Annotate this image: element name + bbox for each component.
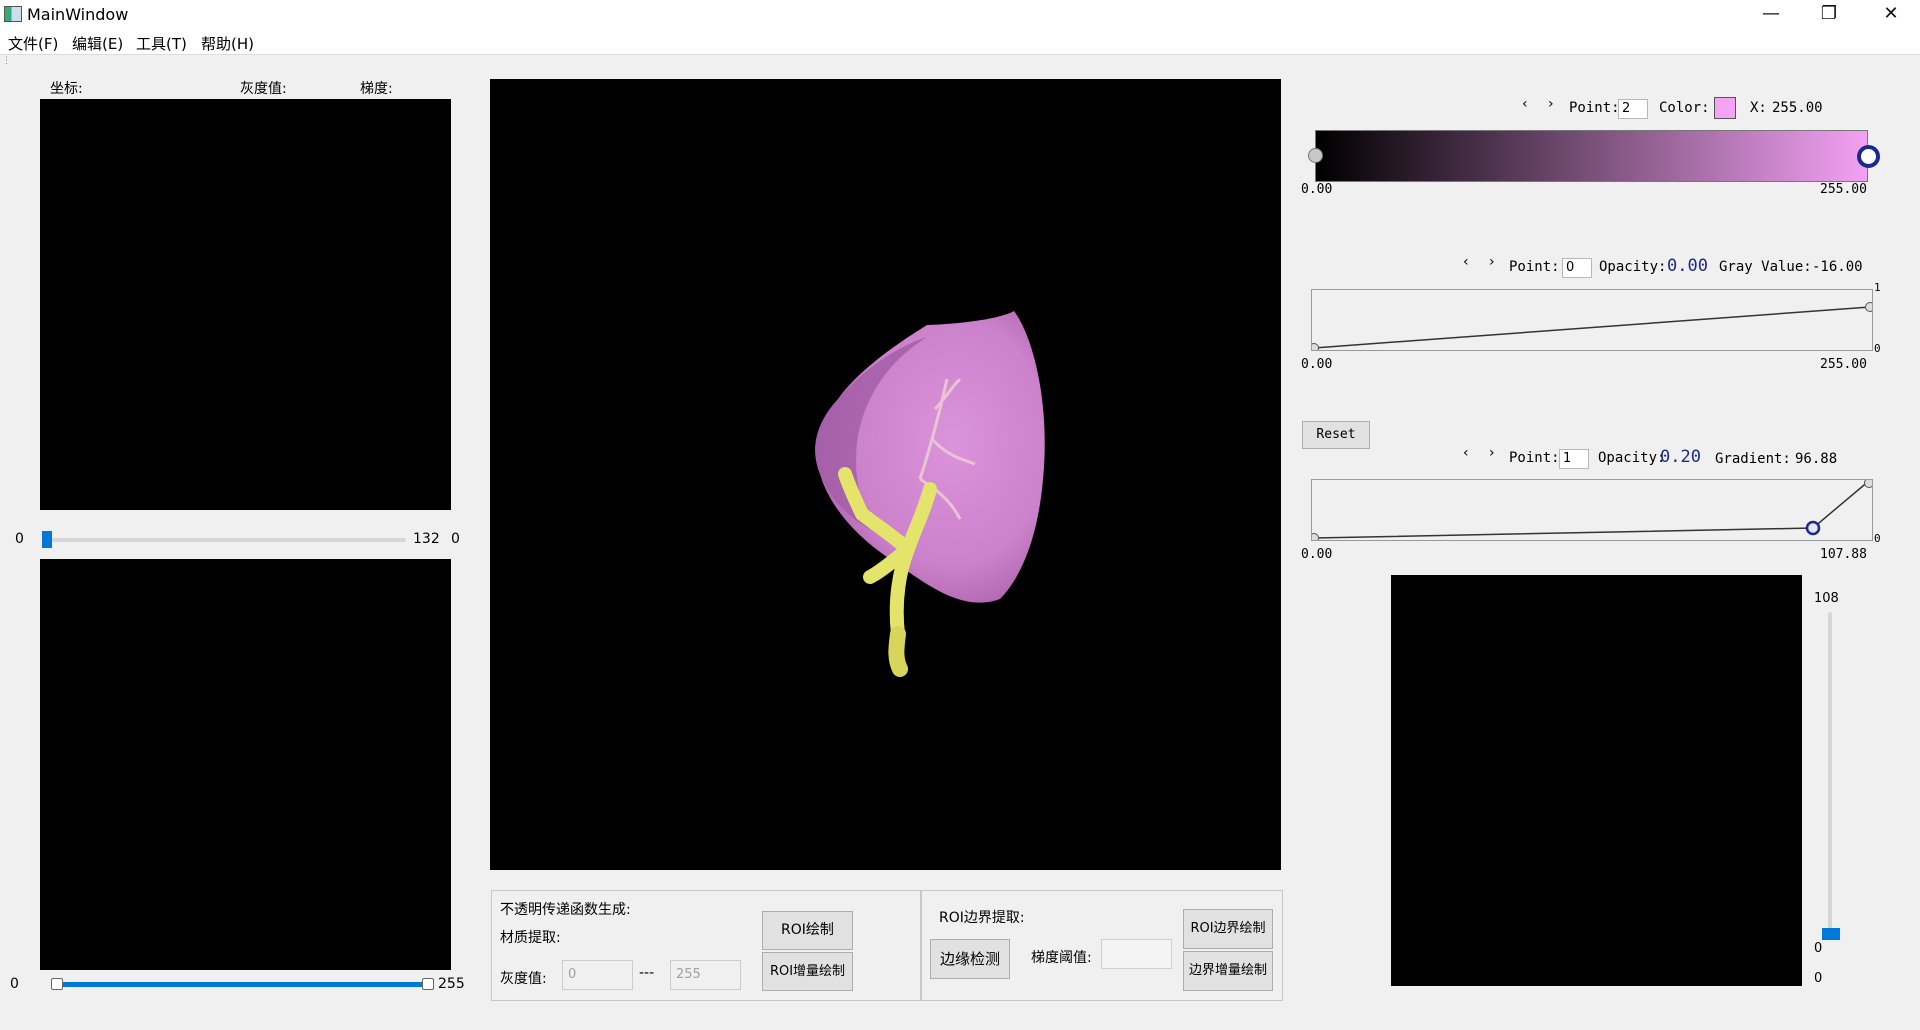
gradient-tf-curve [1309, 478, 1874, 543]
range-slider-high-handle[interactable] [422, 978, 434, 990]
vertical-slider-bottom-label: 0 [1814, 971, 1823, 986]
gradient-max-label: 107.88 [1820, 547, 1867, 562]
gradient-opacity-value: 0.20 [1660, 447, 1701, 467]
opacity-point-label: Point: [1509, 259, 1560, 275]
color-x-value: 255.00 [1772, 100, 1823, 116]
slice-view-top[interactable] [40, 99, 451, 510]
gradient-tf-nav[interactable]: ‹ › [1463, 445, 1503, 461]
opacity-y-bottom: 0 [1874, 342, 1881, 355]
color-x-label: X: [1750, 100, 1767, 116]
gradient-point-label: Point: [1509, 450, 1560, 466]
opacity-max-label: 255.00 [1820, 357, 1867, 372]
roi-draw-button[interactable]: ROI绘制 [762, 911, 853, 950]
color-min-label: 0.00 [1301, 182, 1333, 197]
roi-increment-button[interactable]: ROI增量绘制 [762, 952, 853, 991]
opacity-y-top: 1 [1874, 281, 1881, 294]
gradient-opacity-label: Opacity: [1598, 450, 1666, 466]
restore-icon[interactable]: ❐ [1800, 0, 1858, 29]
vertical-slider-top-label: 108 [1814, 591, 1839, 606]
gradient-label: 梯度: [360, 81, 393, 97]
gradient-tf-graph[interactable] [1309, 478, 1874, 543]
menu-edit[interactable]: 编辑(E) [72, 33, 123, 54]
range-slider-low-handle[interactable] [51, 978, 63, 990]
color-point-handle-2[interactable] [1857, 145, 1880, 168]
vertical-slider-value-label: 0 [1814, 941, 1823, 956]
minimize-icon[interactable]: — [1742, 0, 1800, 29]
opacity-tf-graph[interactable] [1309, 289, 1875, 353]
opacity-min-label: 0.00 [1301, 357, 1333, 372]
close-icon[interactable]: ✕ [1862, 0, 1920, 29]
histogram-view[interactable] [1391, 575, 1802, 986]
gradient-y-bottom: 0 [1874, 532, 1881, 545]
gray-low-input[interactable]: 0 [562, 960, 633, 990]
vertical-slider-handle[interactable] [1822, 928, 1840, 940]
app-icon [4, 6, 22, 22]
color-point-input[interactable]: 2 [1618, 99, 1648, 119]
roi-edge-group: ROI边界提取: 边缘检测 梯度阈值: ROI边界绘制 边界增量绘制 [920, 890, 1283, 1001]
opacity-label: Opacity: [1599, 259, 1667, 275]
range-slider[interactable] [56, 982, 428, 987]
vertical-slider[interactable] [1828, 612, 1832, 940]
gradient-threshold-label: 梯度阈值: [1031, 950, 1092, 966]
title-bar: MainWindow — ❐ ✕ [0, 0, 1920, 29]
opacity-value: 0.00 [1667, 256, 1708, 276]
opacity-tf-group: 不透明传递函数生成: 材质提取: 灰度值: 0 --- 255 ROI绘制 RO… [491, 890, 922, 1001]
roi-edge-draw-button[interactable]: ROI边界绘制 [1183, 909, 1273, 949]
color-point-handle-0[interactable] [1308, 148, 1323, 163]
window-title: MainWindow [27, 5, 129, 24]
opacity-tf-nav[interactable]: ‹ › [1463, 254, 1503, 270]
slice-slider-min: 0 [15, 531, 24, 547]
menu-tools[interactable]: 工具(T) [136, 33, 187, 54]
material-label: 材质提取: [500, 930, 561, 946]
slice-slider-value: 132 [413, 531, 440, 547]
slice-slider[interactable] [42, 538, 406, 542]
rendered-organ [815, 311, 1045, 677]
roi-edge-title: ROI边界提取: [939, 910, 1025, 926]
gradient-point-input[interactable]: 1 [1559, 449, 1589, 469]
color-max-label: 255.00 [1820, 182, 1867, 197]
color-tf-nav[interactable]: ‹ › [1522, 96, 1562, 112]
menu-file[interactable]: 文件(F) [8, 33, 58, 54]
range-separator: --- [639, 965, 655, 981]
opacity-tf-curve [1309, 302, 1875, 353]
reset-button[interactable]: Reset [1302, 421, 1370, 449]
gray-range-label: 灰度值: [500, 971, 547, 987]
color-point-label: Point: [1569, 100, 1620, 116]
opacity-gray-label: Gray Value: [1719, 259, 1812, 275]
slice-view-bottom[interactable] [40, 559, 451, 970]
slice-slider-max: 0 [451, 531, 460, 547]
volume-render-view[interactable] [490, 79, 1281, 870]
color-swatch[interactable] [1714, 97, 1736, 119]
gradient-value: 96.88 [1795, 451, 1838, 467]
edge-increment-button[interactable]: 边界增量绘制 [1183, 951, 1273, 991]
opacity-point-input[interactable]: 0 [1562, 258, 1592, 278]
slice-slider-handle[interactable] [42, 531, 52, 548]
color-gradient-bar[interactable] [1315, 130, 1868, 182]
edge-detect-button[interactable]: 边缘检测 [930, 939, 1010, 979]
gradient-label-text: Gradient: [1715, 451, 1791, 467]
menu-bar: 文件(F) 编辑(E) 工具(T) 帮助(H) [0, 29, 1920, 55]
color-label: Color: [1659, 100, 1710, 116]
coord-label: 坐标: [50, 81, 83, 97]
menu-help[interactable]: 帮助(H) [201, 33, 254, 54]
gradient-min-label: 0.00 [1301, 547, 1333, 562]
range-slider-max: 255 [438, 976, 465, 992]
opacity-tf-title: 不透明传递函数生成: [500, 902, 631, 918]
toolbar-grip: ⋮ [2, 56, 11, 66]
gradient-threshold-input[interactable] [1101, 939, 1172, 969]
gray-value-label: 灰度值: [240, 81, 287, 97]
gray-high-input[interactable]: 255 [670, 960, 741, 990]
range-slider-min: 0 [10, 976, 19, 992]
opacity-gray-value: -16.00 [1812, 259, 1863, 275]
